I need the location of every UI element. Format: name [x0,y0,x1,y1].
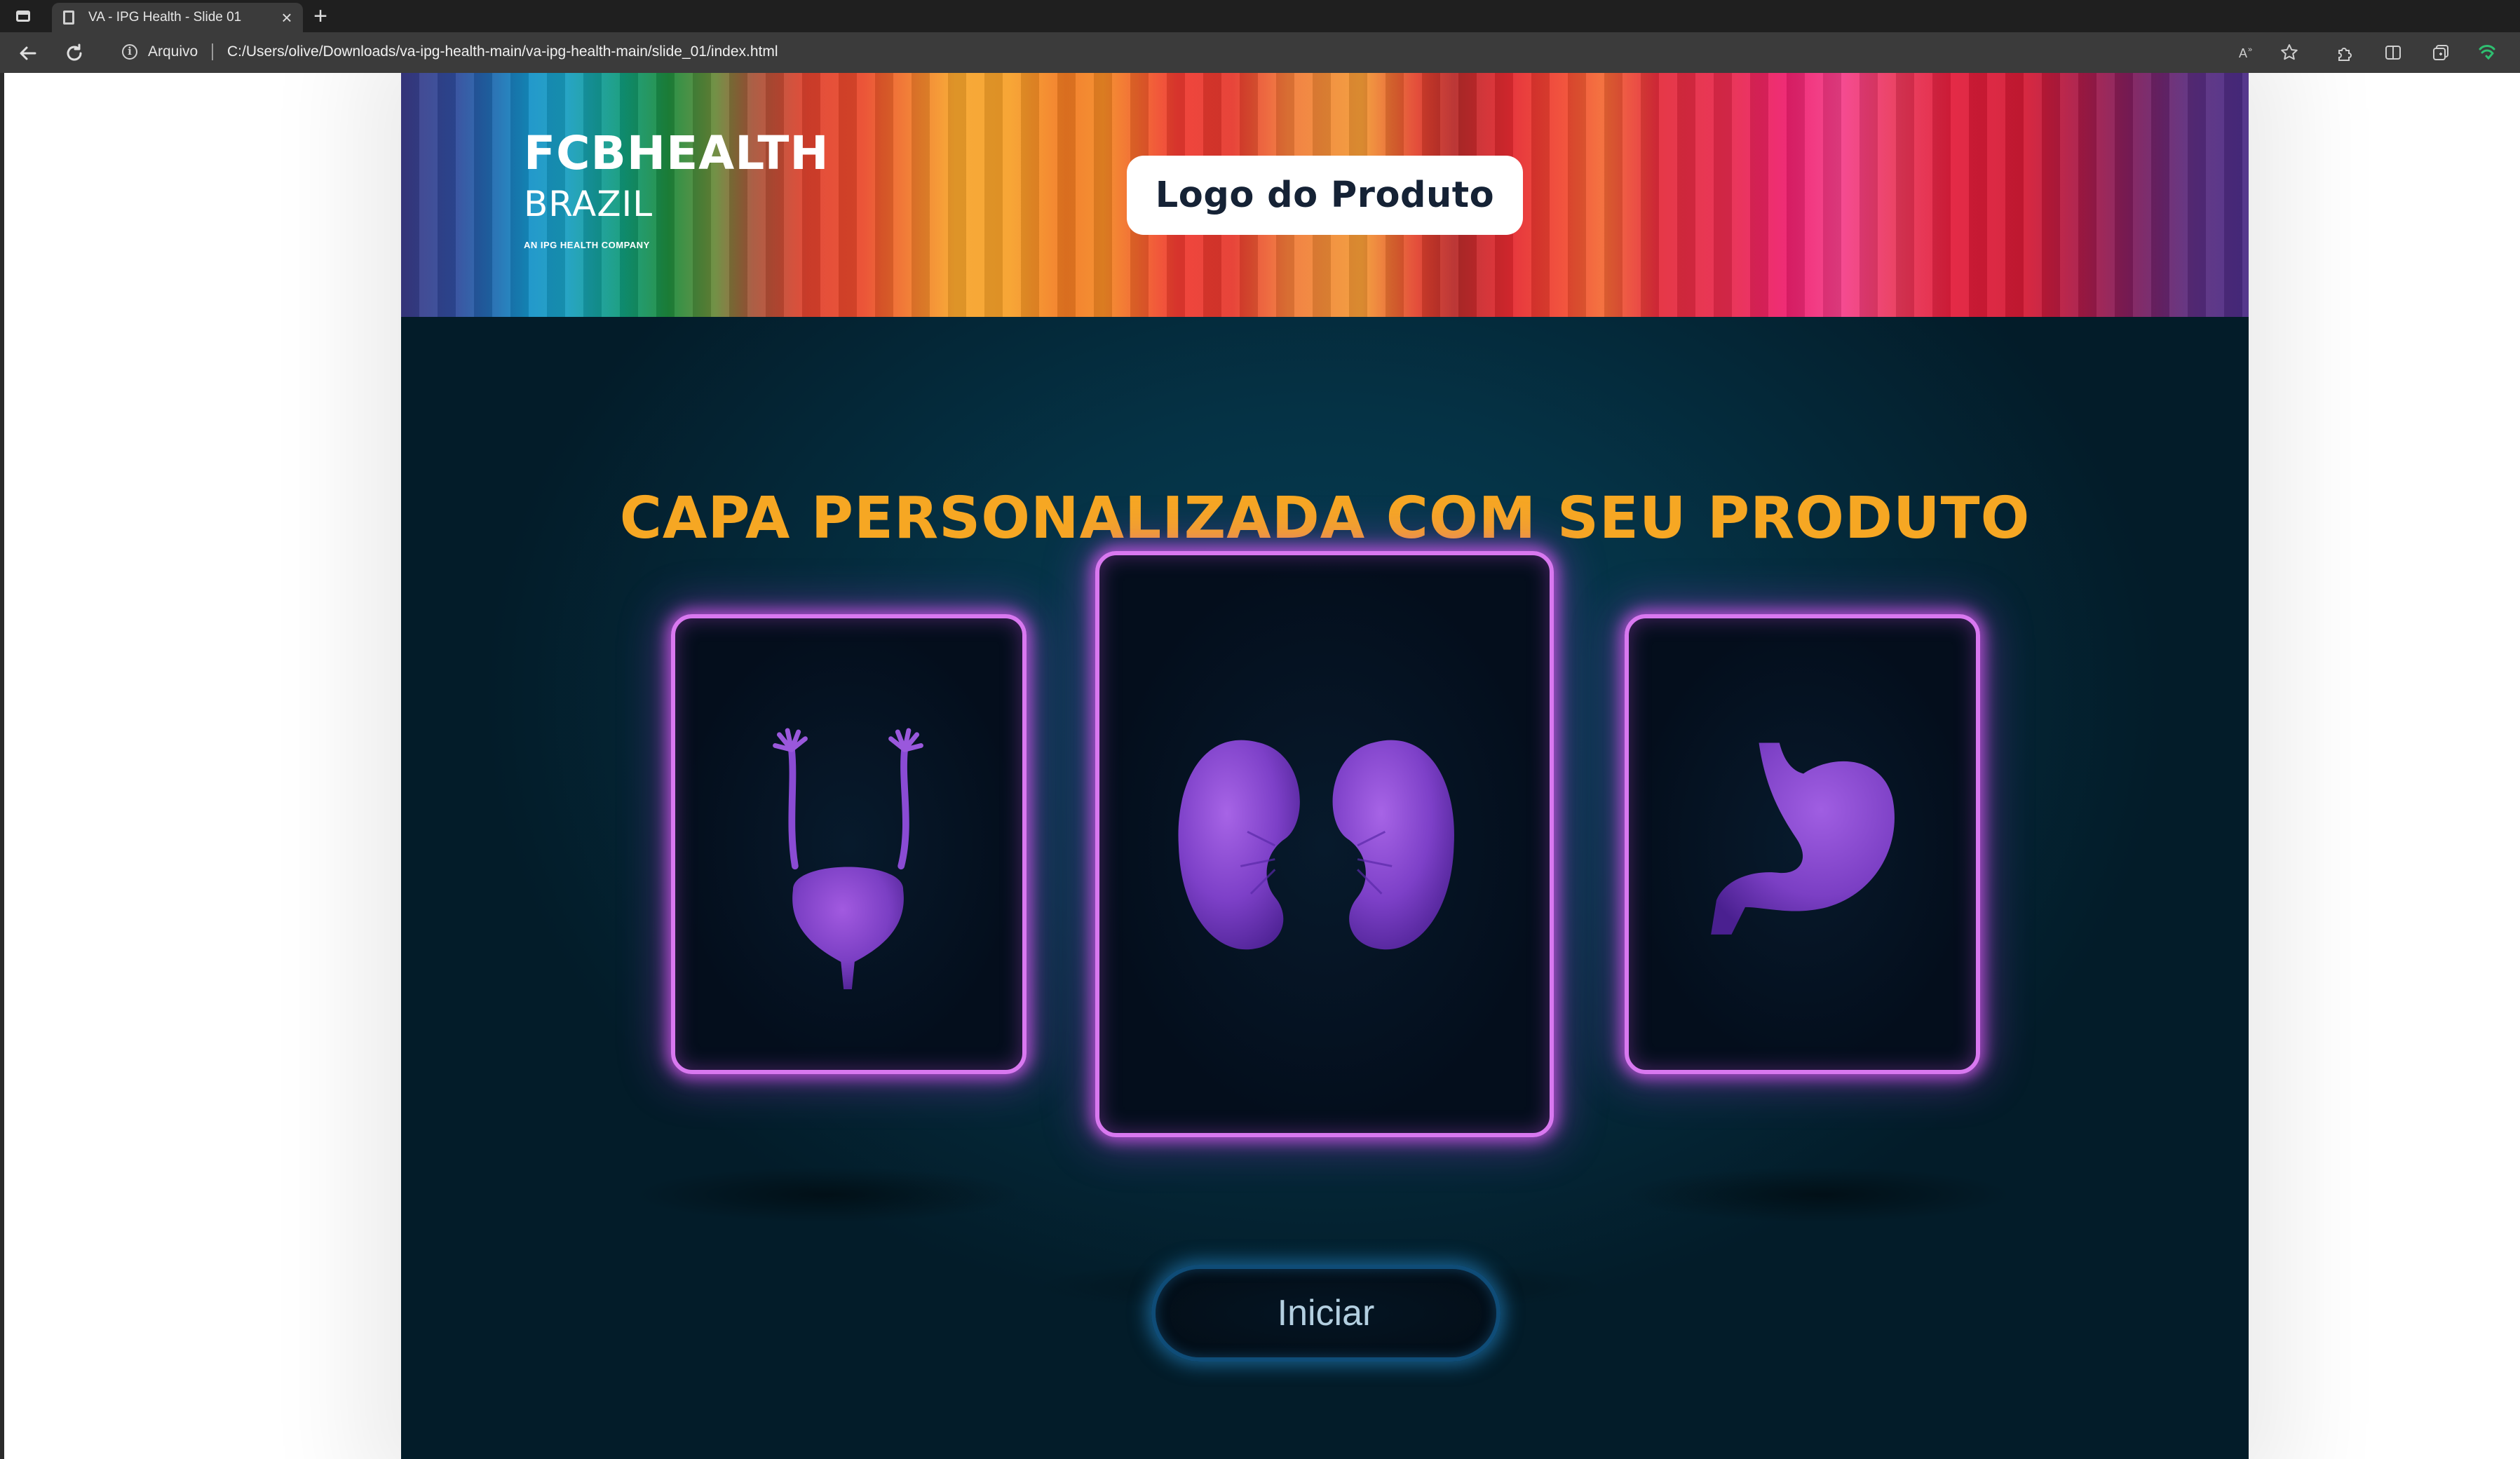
back-arrow-icon[interactable] [15,41,41,66]
site-info-icon[interactable]: i [122,44,137,60]
address-prefix[interactable]: Arquivo [148,43,198,60]
card-shadow [632,1167,1025,1223]
new-tab-icon[interactable]: + [309,4,332,28]
read-aloud-icon[interactable]: A» [2237,42,2258,63]
card-shadow [1621,1167,2014,1223]
agency-logo-name: FCBHEALTH [524,126,829,180]
collections-icon[interactable] [2430,42,2451,63]
agency-logo-tagline: AN IPG HEALTH COMPANY [524,240,650,250]
agency-logo-country: BRAZIL [524,184,653,224]
tab-close-icon[interactable]: × [276,7,297,28]
bladder-icon [773,728,923,989]
product-logo-placeholder: Logo do Produto [1127,156,1523,235]
page-title: CAPA PERSONALIZADA COM SEU PRODUTO [619,485,2031,552]
split-screen-icon[interactable] [2383,42,2404,63]
slide: FCBHEALTH BRAZIL AN IPG HEALTH COMPANY L… [401,73,2249,1459]
browser-essentials-icon[interactable] [2477,42,2498,63]
stomach-icon [1711,742,1895,935]
page-viewport: FCBHEALTH BRAZIL AN IPG HEALTH COMPANY L… [0,73,2520,1459]
page-icon [63,11,74,25]
tab-actions-menu-icon[interactable] [13,7,34,25]
start-button[interactable]: Iniciar [1151,1265,1501,1362]
refresh-icon[interactable] [62,41,87,66]
header-banner: FCBHEALTH BRAZIL AN IPG HEALTH COMPANY L… [401,73,2249,317]
tab-title: VA - IPG Health - Slide 01 [88,10,242,25]
kidneys-card[interactable] [1095,551,1554,1137]
svg-text:A: A [2239,46,2247,60]
bladder-card[interactable] [671,614,1027,1074]
agency-logo: FCBHEALTH BRAZIL AN IPG HEALTH COMPANY [524,126,829,251]
url-field[interactable]: C:/Users/olive/Downloads/va-ipg-health-m… [227,43,778,60]
window-edge [0,73,4,1459]
stomach-card[interactable] [1625,614,1980,1074]
extensions-icon[interactable] [2333,42,2355,63]
address-separator [212,43,213,60]
favorite-star-icon[interactable] [2279,42,2300,63]
svg-text:»: » [2248,46,2252,54]
browser-tab-active[interactable]: VA - IPG Health - Slide 01 × [52,3,303,32]
browser-tab-bar: VA - IPG Health - Slide 01 × + [0,0,2520,32]
kidneys-icon [1178,740,1454,950]
